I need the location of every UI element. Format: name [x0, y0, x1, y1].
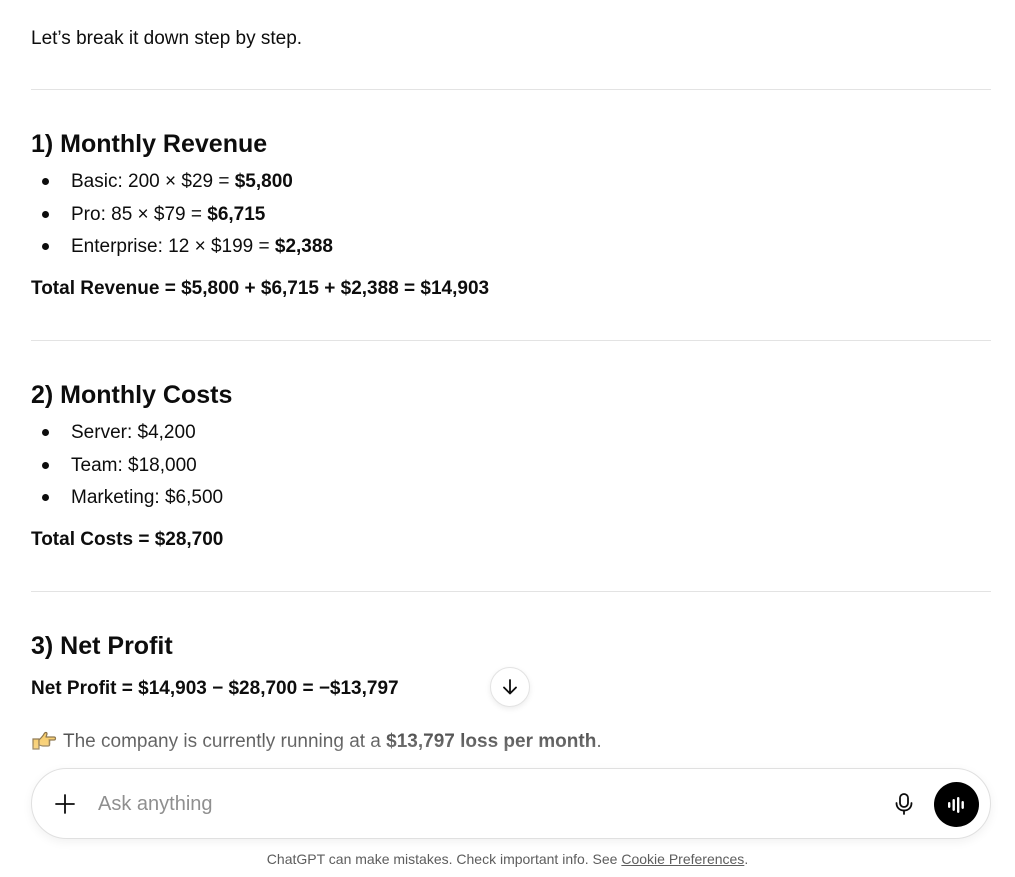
divider	[31, 89, 991, 90]
disclaimer-footer: ChatGPT can make mistakes. Check importa…	[0, 850, 1015, 868]
section-heading-revenue: 1) Monthly Revenue	[31, 130, 268, 158]
list-item: Basic: 200 × $29 = $5,800	[31, 170, 333, 203]
cookie-preferences-link[interactable]: Cookie Preferences	[621, 851, 744, 867]
total-costs: Total Costs = $28,700	[31, 529, 224, 550]
item-label: Server: $4,200	[71, 422, 196, 443]
item-value: $2,388	[274, 236, 333, 257]
bullet-dot	[42, 210, 49, 218]
item-label: Pro: 85 × $79 =	[71, 203, 208, 225]
microphone-icon[interactable]	[893, 792, 915, 816]
scroll-to-bottom-button[interactable]	[490, 667, 530, 707]
composer	[31, 768, 991, 839]
list-item: Team: $18,000	[31, 454, 223, 487]
conclusion-after: .	[596, 731, 602, 752]
divider	[31, 591, 991, 592]
list-item: Server: $4,200	[31, 421, 223, 454]
item-label: Enterprise: 12 × $199 =	[71, 236, 275, 257]
list-item: Pro: 85 × $79 = $6,715	[31, 203, 333, 236]
item-label: Basic: 200 × $29 =	[71, 171, 235, 192]
arrow-down-icon	[503, 679, 517, 695]
list-item: Marketing: $6,500	[31, 486, 223, 519]
revenue-list: Basic: 200 × $29 = $5,800 Pro: 85 × $79 …	[31, 170, 333, 268]
section-heading-costs: 2) Monthly Costs	[31, 381, 233, 409]
net-profit-line: Net Profit = $14,903 − $28,700 = −$13,79…	[31, 678, 399, 699]
voice-mode-button[interactable]	[934, 782, 979, 827]
item-label: Team: $18,000	[71, 454, 197, 476]
bullet-dot	[42, 429, 49, 436]
conclusion-bold: $13,797 loss per month	[386, 731, 597, 752]
conclusion-before: The company is currently running at a	[63, 731, 387, 752]
costs-list: Server: $4,200 Team: $18,000 Marketing: …	[31, 421, 223, 519]
list-item: Enterprise: 12 × $199 = $2,388	[31, 235, 333, 268]
prompt-input[interactable]	[98, 789, 858, 819]
intro-text: Let’s break it down step by step.	[31, 28, 303, 49]
conclusion-text: The company is currently running at a $1…	[31, 729, 602, 755]
bullet-dot	[42, 461, 49, 469]
item-label: Marketing: $6,500	[71, 487, 224, 508]
section-heading-net-profit: 3) Net Profit	[31, 632, 173, 660]
bullet-dot	[42, 243, 49, 250]
chat-page: Let’s break it down step by step. 1) Mon…	[0, 0, 1015, 877]
plus-icon[interactable]	[54, 793, 76, 815]
bullet-dot	[42, 178, 49, 185]
divider	[31, 340, 991, 341]
pointing-hand-icon	[32, 731, 57, 750]
disclaimer-end: .	[744, 851, 749, 867]
total-revenue: Total Revenue = $5,800 + $6,715 + $2,388…	[31, 278, 490, 299]
voice-mode-icon	[947, 796, 964, 813]
bullet-dot	[42, 494, 49, 501]
disclaimer-text: ChatGPT can make mistakes. Check importa…	[266, 851, 622, 867]
item-value: $6,715	[207, 203, 266, 225]
item-value: $5,800	[234, 171, 293, 192]
